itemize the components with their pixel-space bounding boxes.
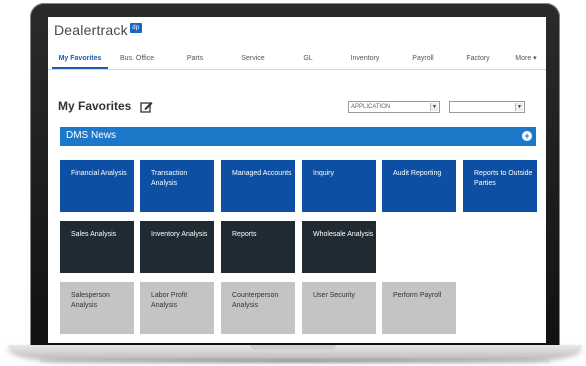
application-select-value: APPLICATION <box>351 104 391 110</box>
tile-sales-analysis[interactable]: Sales Analysis <box>60 221 134 273</box>
logo-mark-icon: dp <box>129 23 142 33</box>
tile-reports[interactable]: Reports <box>221 221 295 273</box>
nav-my-favorites[interactable]: My Favorites <box>52 51 108 69</box>
nav-more[interactable]: More ▾ <box>506 51 546 69</box>
page-title: My Favorites <box>58 99 132 113</box>
application-select[interactable]: APPLICATION ▼ <box>348 101 440 113</box>
nav-inventory[interactable]: Inventory <box>334 51 396 69</box>
tile-labor-profit-analysis[interactable]: Labor Profit Analysis <box>140 282 214 334</box>
tile-reports-outside-parties[interactable]: Reports to Outside Parties <box>463 160 537 212</box>
dms-news-banner[interactable]: DMS News + <box>60 127 536 146</box>
main-nav: My Favorites Bus. Office Parts Service G… <box>48 51 546 69</box>
tile-counterperson-analysis[interactable]: Counterperson Analysis <box>221 282 295 334</box>
nav-bus-office[interactable]: Bus. Office <box>108 51 166 69</box>
tile-audit-reporting[interactable]: Audit Reporting <box>382 160 456 212</box>
tile-wholesale-analysis[interactable]: Wholesale Analysis <box>302 221 376 273</box>
nav-service[interactable]: Service <box>224 51 282 69</box>
laptop-notch <box>250 345 336 350</box>
tile-inquiry[interactable]: Inquiry <box>302 160 376 212</box>
app-screen: Dealertrack dp My Favorites Bus. Office P… <box>48 17 546 343</box>
laptop-shadow <box>40 358 550 364</box>
tile-inventory-analysis[interactable]: Inventory Analysis <box>140 221 214 273</box>
app-header: Dealertrack dp My Favorites Bus. Office P… <box>48 17 546 70</box>
logo-text: Dealertrack <box>54 22 128 38</box>
nav-gl[interactable]: GL <box>282 51 334 69</box>
tile-financial-analysis[interactable]: Financial Analysis <box>60 160 134 212</box>
tile-user-security[interactable]: User Security <box>302 282 376 334</box>
plus-circle-icon[interactable]: + <box>522 131 532 141</box>
nav-factory[interactable]: Factory <box>450 51 506 69</box>
nav-payroll[interactable]: Payroll <box>396 51 450 69</box>
chevron-down-icon: ▼ <box>430 103 438 111</box>
dms-news-title: DMS News <box>66 130 117 141</box>
chevron-down-icon: ▼ <box>515 103 523 111</box>
tile-managed-accounts[interactable]: Managed Accounts <box>221 160 295 212</box>
tile-perform-payroll[interactable]: Perform Payroll <box>382 282 456 334</box>
secondary-select[interactable]: ▼ <box>449 101 525 113</box>
tile-transaction-analysis[interactable]: Transaction Analysis <box>140 160 214 212</box>
edit-icon[interactable] <box>140 100 153 113</box>
tile-salesperson-analysis[interactable]: Salesperson Analysis <box>60 282 134 334</box>
nav-parts[interactable]: Parts <box>166 51 224 69</box>
laptop-mockup: Dealertrack dp My Favorites Bus. Office P… <box>0 0 586 366</box>
dealertrack-logo[interactable]: Dealertrack dp <box>54 22 142 38</box>
